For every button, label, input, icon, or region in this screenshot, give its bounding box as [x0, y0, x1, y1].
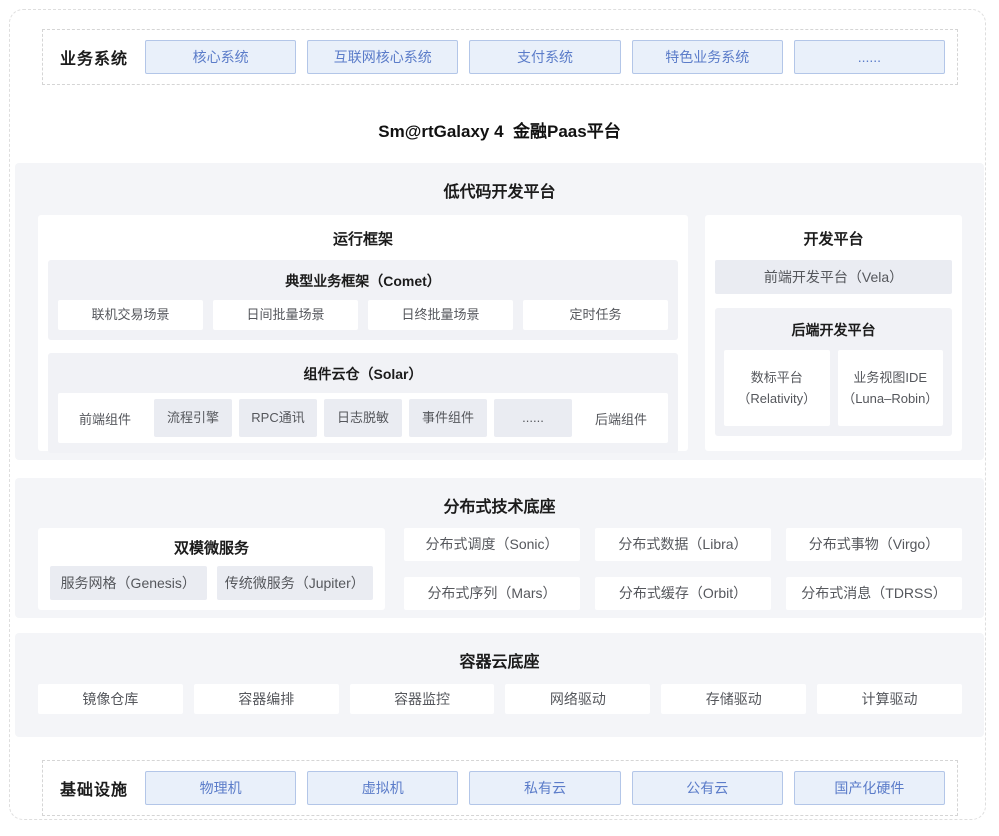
solar-component-chip: 事件组件 — [409, 399, 487, 437]
distributed-service-box: 分布式调度（Sonic） — [404, 528, 580, 561]
distributed-tech-title: 分布式技术底座 — [15, 478, 984, 517]
comet-scenario-box: 联机交易场景 — [58, 300, 203, 330]
backend-component-box: 后端组件 — [578, 409, 664, 428]
solar-chips: 流程引擎RPC通讯日志脱敏事件组件...... — [154, 399, 572, 437]
solar-component-chip: 日志脱敏 — [324, 399, 402, 437]
container-capability-box: 容器监控 — [350, 684, 495, 714]
backend-dev-platform-box: 后端开发平台 数标平台 （Relativity） 业务视图IDE （Luna–R… — [715, 308, 952, 436]
distributed-service-box: 分布式缓存（Orbit） — [595, 577, 771, 610]
data-standard-platform-box: 数标平台 （Relativity） — [724, 350, 830, 426]
data-standard-platform-codename: （Relativity） — [724, 388, 830, 409]
business-system-box: 特色业务系统 — [632, 40, 783, 74]
lowcode-platform-section: 低代码开发平台 运行框架 典型业务框架（Comet） 联机交易场景日间批量场景日… — [15, 163, 984, 460]
distributed-services-grid: 分布式调度（Sonic） 分布式数据（Libra） 分布式事物（Virgo） 分布式序… — [404, 528, 962, 610]
solar-component-chip: ...... — [494, 399, 572, 437]
solar-component-box: 组件云仓（Solar） 前端组件 流程引擎RPC通讯日志脱敏事件组件......… — [48, 353, 678, 453]
lowcode-platform-title: 低代码开发平台 — [15, 163, 984, 202]
infrastructure-items: 物理机虚拟机私有云公有云国产化硬件 — [145, 771, 945, 805]
dual-mode-chips: 服务网格（Genesis） 传统微服务（Jupiter） — [50, 566, 373, 600]
distributed-service-box: 分布式事物（Virgo） — [786, 528, 962, 561]
container-capability-box: 容器编排 — [194, 684, 339, 714]
container-capability-box: 存储驱动 — [661, 684, 806, 714]
frontend-component-box: 前端组件 — [62, 409, 148, 428]
solar-component-title: 组件云仓（Solar） — [58, 361, 668, 393]
microservice-chip: 服务网格（Genesis） — [50, 566, 207, 600]
solar-component-chip: RPC通讯 — [239, 399, 317, 437]
comet-scenario-box: 日终批量场景 — [368, 300, 513, 330]
runtime-framework-panel: 运行框架 典型业务框架（Comet） 联机交易场景日间批量场景日终批量场景定时任… — [38, 215, 688, 451]
infrastructure-box: 国产化硬件 — [794, 771, 945, 805]
comet-framework-box: 典型业务框架（Comet） 联机交易场景日间批量场景日终批量场景定时任务 — [48, 260, 678, 340]
business-systems-label: 业务系统 — [43, 45, 145, 69]
dev-platform-title: 开发平台 — [705, 215, 962, 260]
dual-mode-title: 双模微服务 — [38, 528, 385, 566]
business-system-box: ...... — [794, 40, 945, 74]
runtime-framework-title: 运行框架 — [48, 215, 678, 260]
container-cloud-items: 镜像仓库容器编排容器监控网络驱动存储驱动计算驱动 — [38, 684, 962, 714]
frontend-dev-platform-chip: 前端开发平台（Vela） — [715, 260, 952, 294]
container-capability-box: 网络驱动 — [505, 684, 650, 714]
infrastructure-box: 虚拟机 — [307, 771, 458, 805]
container-capability-box: 镜像仓库 — [38, 684, 183, 714]
dev-platform-panel: 开发平台 前端开发平台（Vela） 后端开发平台 数标平台 （Relativit… — [705, 215, 962, 451]
distributed-service-box: 分布式数据（Libra） — [595, 528, 771, 561]
backend-dev-platform-title: 后端开发平台 — [724, 316, 943, 350]
business-system-box: 支付系统 — [469, 40, 620, 74]
page-title: Sm@rtGalaxy 4 金融Paas平台 — [0, 117, 999, 142]
business-system-box: 核心系统 — [145, 40, 296, 74]
container-cloud-title: 容器云底座 — [15, 633, 984, 672]
comet-framework-title: 典型业务框架（Comet） — [58, 268, 668, 300]
infrastructure-box: 物理机 — [145, 771, 296, 805]
comet-scenario-box: 日间批量场景 — [213, 300, 358, 330]
infrastructure-box: 私有云 — [469, 771, 620, 805]
business-systems-items: 核心系统互联网核心系统支付系统特色业务系统...... — [145, 40, 945, 74]
container-capability-box: 计算驱动 — [817, 684, 962, 714]
solar-items-row: 前端组件 流程引擎RPC通讯日志脱敏事件组件...... 后端组件 — [58, 393, 668, 443]
container-cloud-section: 容器云底座 镜像仓库容器编排容器监控网络驱动存储驱动计算驱动 — [15, 633, 984, 737]
business-view-ide-box: 业务视图IDE （Luna–Robin） — [838, 350, 944, 426]
business-systems-row: 业务系统 核心系统互联网核心系统支付系统特色业务系统...... — [42, 29, 958, 85]
infrastructure-label: 基础设施 — [43, 776, 145, 800]
dual-mode-microservice-panel: 双模微服务 服务网格（Genesis） 传统微服务（Jupiter） — [38, 528, 385, 610]
business-view-ide-codename: （Luna–Robin） — [838, 388, 944, 409]
distributed-tech-section: 分布式技术底座 双模微服务 服务网格（Genesis） 传统微服务（Jupiter… — [15, 478, 984, 618]
data-standard-platform-name: 数标平台 — [724, 367, 830, 388]
business-system-box: 互联网核心系统 — [307, 40, 458, 74]
microservice-chip: 传统微服务（Jupiter） — [217, 566, 374, 600]
solar-component-chip: 流程引擎 — [154, 399, 232, 437]
infrastructure-box: 公有云 — [632, 771, 783, 805]
infrastructure-row: 基础设施 物理机虚拟机私有云公有云国产化硬件 — [42, 760, 958, 816]
comet-items: 联机交易场景日间批量场景日终批量场景定时任务 — [58, 300, 668, 330]
distributed-service-box: 分布式序列（Mars） — [404, 577, 580, 610]
distributed-service-box: 分布式消息（TDRSS） — [786, 577, 962, 610]
business-view-ide-name: 业务视图IDE — [838, 367, 944, 388]
comet-scenario-box: 定时任务 — [523, 300, 668, 330]
